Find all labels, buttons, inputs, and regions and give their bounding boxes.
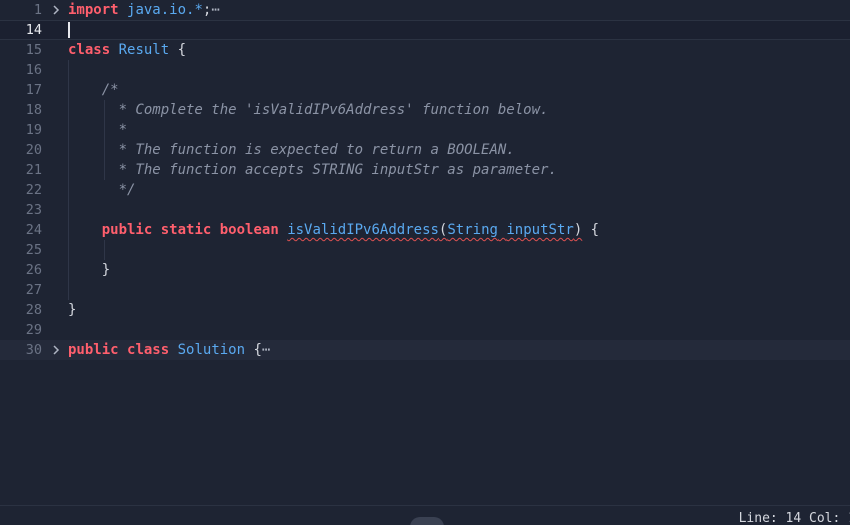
line-number: 26: [25, 262, 42, 278]
code-token: Result: [118, 42, 170, 58]
chevron-right-icon[interactable]: [50, 4, 62, 16]
line-number: 21: [25, 162, 42, 178]
code-line[interactable]: 21 * The function accepts STRING inputSt…: [0, 160, 850, 180]
code-token: java.io.*: [127, 2, 203, 18]
code-line[interactable]: 27: [0, 280, 850, 300]
status-bar: Line: 14 Col: 1: [0, 505, 850, 525]
line-number: 19: [25, 122, 42, 138]
code-text: /*: [68, 80, 119, 100]
code-text: public static boolean isValidIPv6Address…: [68, 220, 599, 240]
line-number: 15: [25, 42, 42, 58]
code-line[interactable]: 28}: [0, 300, 850, 320]
code-line[interactable]: 15 class Result {: [0, 40, 850, 60]
code-token: /*: [101, 82, 119, 98]
code-token: ): [573, 222, 583, 238]
code-token: Solution: [177, 342, 246, 358]
code-token: import: [68, 2, 119, 18]
code-token: {: [582, 222, 600, 238]
code-token: String: [447, 222, 498, 238]
cursor-position: Line: 14 Col: 1: [738, 511, 850, 525]
code-text: *: [68, 120, 127, 140]
code-token: inputStr: [506, 222, 574, 238]
code-text: * The function is expected to return a B…: [68, 140, 515, 160]
code-text: import java.io.*;⋯: [68, 0, 220, 20]
code-line[interactable]: 30 public class Solution {⋯: [0, 340, 850, 360]
line-number: 25: [25, 242, 42, 258]
code-line[interactable]: 16: [0, 60, 850, 80]
code-line[interactable]: 17 /*: [0, 80, 850, 100]
code-line[interactable]: 14: [0, 20, 850, 40]
line-number: 1: [33, 2, 42, 18]
code-token: }: [68, 302, 77, 318]
code-token: class: [127, 342, 170, 358]
line-number: 22: [25, 182, 42, 198]
code-token: }: [101, 262, 111, 278]
code-line[interactable]: 22 */: [0, 180, 850, 200]
code-line[interactable]: 25: [0, 240, 850, 260]
line-number: 16: [25, 62, 42, 78]
code-line[interactable]: 26 }: [0, 260, 850, 280]
line-number: 29: [25, 322, 42, 338]
line-number: 28: [25, 302, 42, 318]
code-token: public: [68, 342, 119, 358]
code-text: }: [68, 300, 76, 320]
line-number: 17: [25, 82, 42, 98]
chevron-right-icon[interactable]: [50, 344, 62, 356]
code-token: *: [101, 122, 128, 138]
line-number: 14: [25, 22, 42, 38]
panel-resize-handle[interactable]: [410, 517, 444, 525]
code-text: }: [68, 260, 110, 280]
line-number: 24: [25, 222, 42, 238]
code-line[interactable]: 19 *: [0, 120, 850, 140]
code-token: * Complete the 'isValidIPv6Address' func…: [101, 102, 549, 118]
line-number: 27: [25, 282, 42, 298]
code-line[interactable]: 1 import java.io.*;⋯: [0, 0, 850, 20]
code-text: * Complete the 'isValidIPv6Address' func…: [68, 100, 549, 120]
line-number: 30: [25, 342, 42, 358]
code-line[interactable]: 23: [0, 200, 850, 220]
code-token: static: [160, 222, 212, 238]
line-number: 20: [25, 142, 42, 158]
folded-region-ellipsis[interactable]: ⋯: [211, 2, 219, 18]
line-number: 23: [25, 202, 42, 218]
code-text: public class Solution {⋯: [68, 340, 270, 360]
code-line[interactable]: 29: [0, 320, 850, 340]
line-number: 18: [25, 102, 42, 118]
code-token: * The function is expected to return a B…: [101, 142, 515, 158]
code-text: class Result {: [68, 40, 186, 60]
code-token: class: [68, 42, 111, 58]
code-token: public: [101, 222, 153, 238]
code-token: {: [169, 42, 187, 58]
code-token: isValidIPv6Address: [287, 222, 439, 238]
code-token: boolean: [219, 222, 279, 238]
code-token: {: [245, 342, 262, 358]
code-line[interactable]: 18 * Complete the 'isValidIPv6Address' f…: [0, 100, 850, 120]
folded-region-ellipsis[interactable]: ⋯: [262, 342, 270, 358]
text-cursor: [68, 22, 70, 38]
code-text: */: [68, 180, 136, 200]
code-text: * The function accepts STRING inputStr a…: [68, 160, 557, 180]
code-token: * The function accepts STRING inputStr a…: [101, 162, 557, 178]
code-editor[interactable]: 1 import java.io.*;⋯ 14 15 class Result {16 1…: [0, 0, 850, 505]
code-token: */: [101, 182, 136, 198]
code-line[interactable]: 20 * The function is expected to return …: [0, 140, 850, 160]
code-line[interactable]: 24 public static boolean isValidIPv6Addr…: [0, 220, 850, 240]
